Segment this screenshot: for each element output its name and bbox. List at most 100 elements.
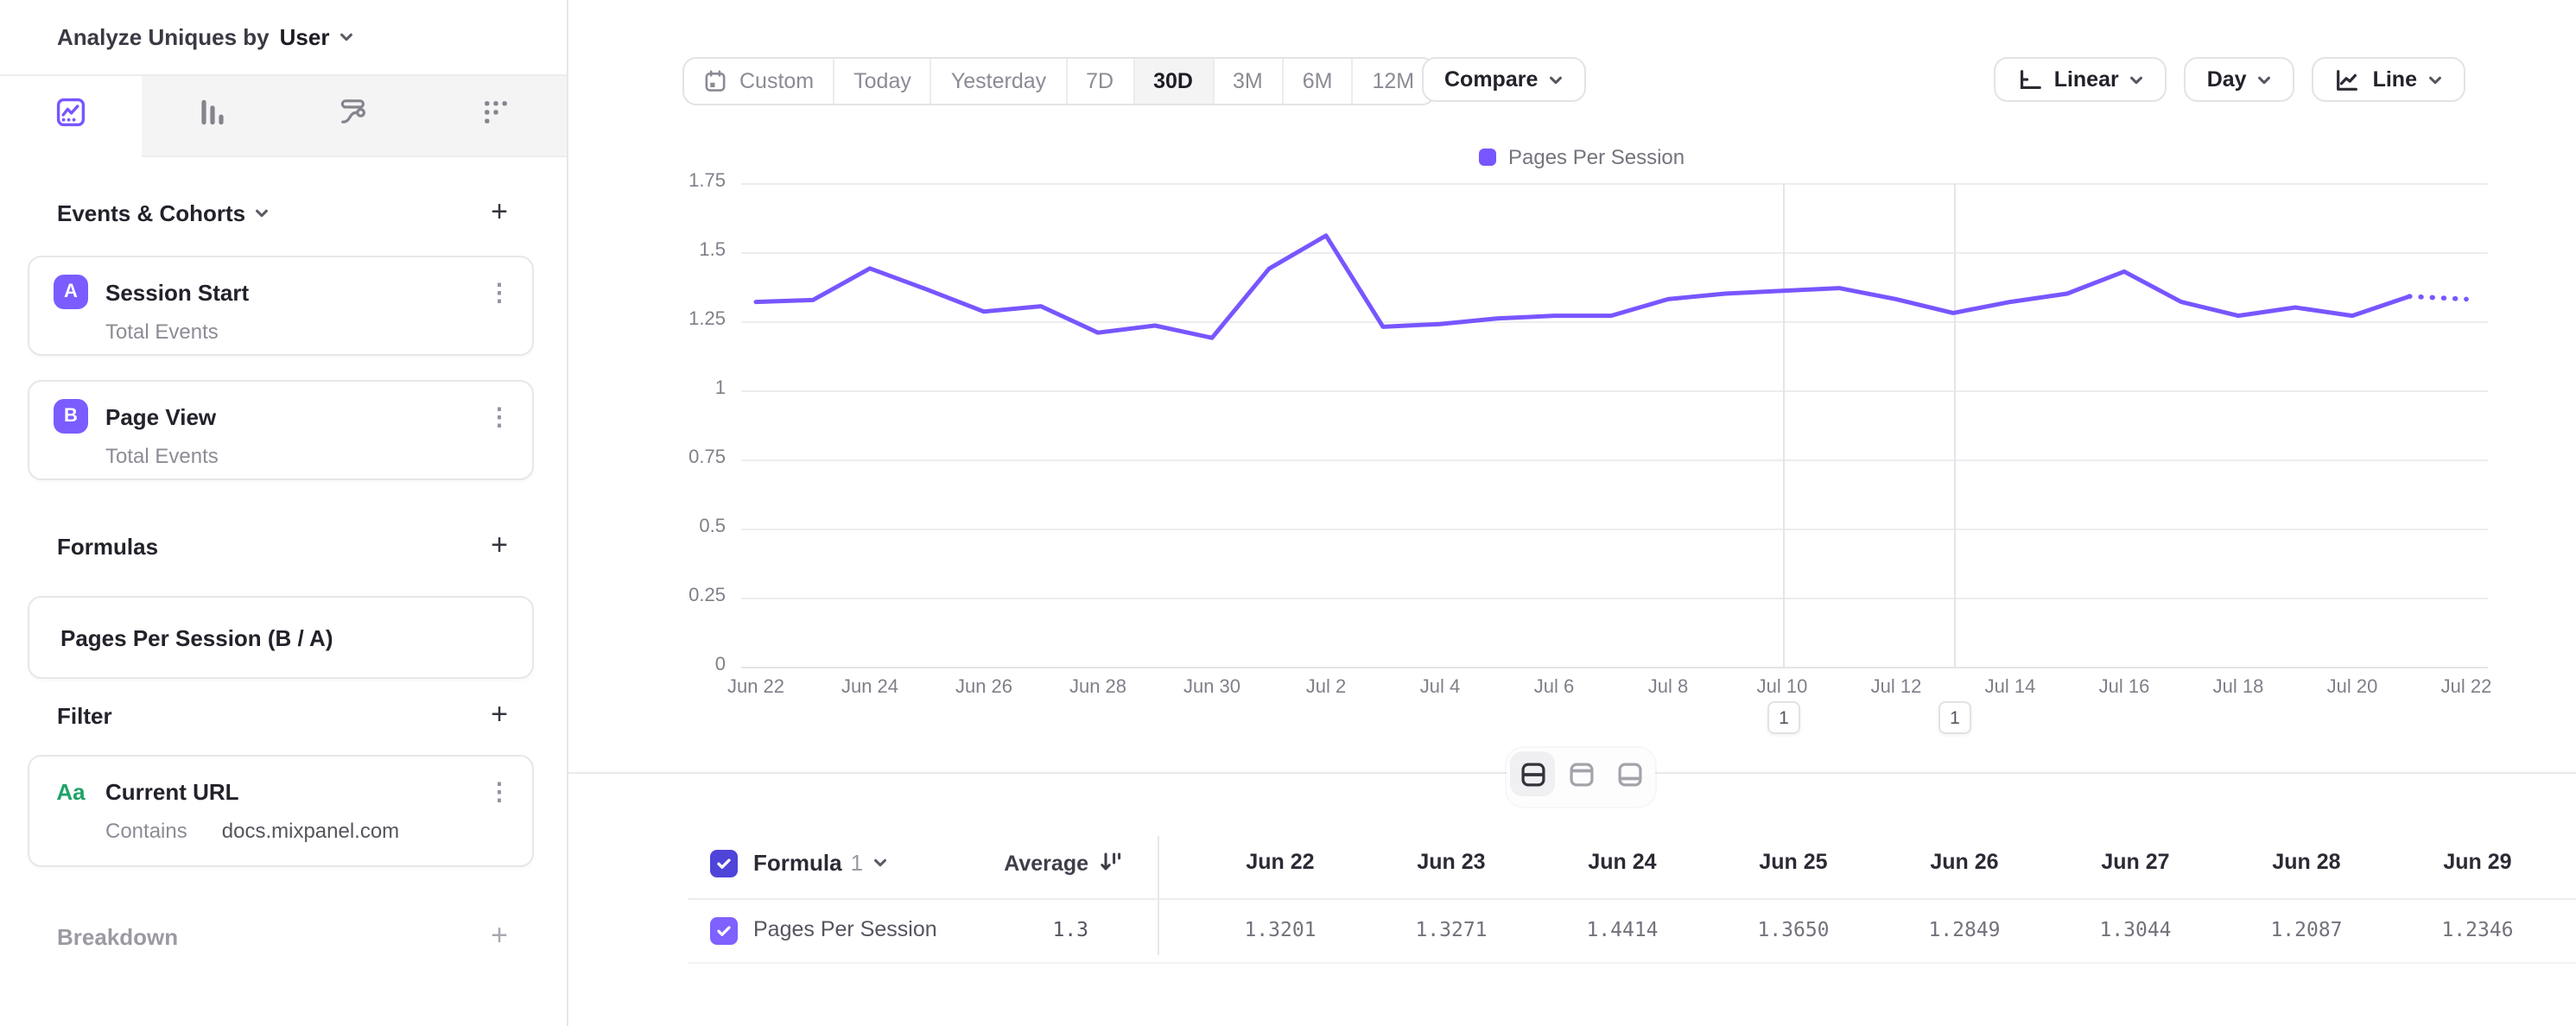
table-cell-value: 1.3201	[1202, 917, 1358, 941]
layout-chart-only-button[interactable]	[1558, 751, 1603, 796]
date-column-header[interactable]: Jun 22	[1202, 850, 1358, 874]
table-cell-value: 1.3271	[1374, 917, 1529, 941]
y-scale-button[interactable]: Linear	[1994, 57, 2167, 102]
chart-type-label: Line	[2373, 67, 2417, 92]
sort-descending-icon[interactable]	[1099, 850, 1123, 874]
layout-bottom-icon	[1615, 759, 1644, 788]
gridline-y	[741, 598, 2488, 599]
range-today[interactable]: Today	[834, 59, 932, 104]
chart-controls: Linear Day Line	[1994, 57, 2465, 102]
average-column-header[interactable]: Average	[881, 852, 1088, 876]
add-formula-button[interactable]: +	[491, 532, 508, 560]
range-30d[interactable]: 30D	[1134, 59, 1214, 104]
add-event-button[interactable]: +	[491, 199, 508, 226]
filter-card[interactable]: Aa Current URL ⋮ Contains docs.mixpanel.…	[28, 755, 534, 867]
chevron-down-icon[interactable]	[338, 29, 353, 45]
kebab-menu-icon[interactable]: ⋮	[487, 779, 511, 803]
calendar-icon	[703, 69, 727, 93]
layout-split-button[interactable]	[1510, 751, 1555, 796]
table-cell-value: 1.2849	[1887, 917, 2042, 941]
tab-insights[interactable]	[0, 76, 142, 157]
annotation-badge[interactable]: 1	[1767, 701, 1800, 734]
range-label: 7D	[1086, 69, 1114, 93]
formula-card[interactable]: Pages Per Session (B / A)	[28, 596, 534, 679]
x-axis-tick-label: Jun 30	[1155, 677, 1269, 698]
tab-flows[interactable]	[283, 76, 425, 157]
chart-line-svg	[567, 0, 2576, 795]
range-3m[interactable]: 3M	[1214, 59, 1284, 104]
x-axis-tick-label: Jul 16	[2067, 677, 2181, 698]
query-builder-sidebar: Analyze Uniques by User Events & Cohorts…	[0, 0, 568, 1026]
filter-operator[interactable]: Contains	[105, 819, 187, 843]
table-header-separator	[688, 898, 2576, 900]
compare-button[interactable]: Compare	[1422, 57, 1586, 102]
range-7d[interactable]: 7D	[1067, 59, 1134, 104]
date-column-header[interactable]: Jun 29	[2400, 850, 2555, 874]
table-column-divider	[1158, 836, 1159, 955]
date-column-header[interactable]: Jun 23	[1374, 850, 1529, 874]
table-cell-value: 1.2087	[2229, 917, 2384, 941]
x-axis-tick-label: Jun 22	[699, 677, 813, 698]
date-column-header[interactable]: Jun 28	[2229, 850, 2384, 874]
y-axis-tick-label: 1.75	[657, 171, 726, 192]
kebab-menu-icon[interactable]: ⋮	[487, 280, 511, 304]
range-6m[interactable]: 6M	[1284, 59, 1354, 104]
formula-column-header[interactable]: Formula 1	[753, 850, 887, 876]
annotation-line	[1782, 183, 1784, 667]
y-axis-tick-label: 0.75	[657, 447, 726, 468]
event-card-page-view[interactable]: BPage View⋮Total Events	[28, 380, 534, 480]
series-select-all-checkbox[interactable]	[710, 850, 738, 877]
range-custom[interactable]: Custom	[684, 59, 834, 104]
linear-axis-icon	[2016, 66, 2042, 92]
gridline-y	[741, 529, 2488, 530]
table-cell-value: 1.3650	[1716, 917, 1871, 941]
add-breakdown-button[interactable]: +	[491, 922, 508, 950]
chart-legend[interactable]: Pages Per Session	[1479, 145, 1685, 169]
date-column-header[interactable]: Jun 25	[1716, 850, 1871, 874]
y-scale-label: Linear	[2054, 67, 2119, 92]
x-axis-tick-label: Jul 10	[1725, 677, 1839, 698]
tab-bar[interactable]	[142, 76, 283, 157]
compare-label: Compare	[1444, 67, 1538, 92]
mixpanel-insights-app: Analyze Uniques by User Events & Cohorts…	[0, 0, 2576, 1026]
events-section-header: Events & Cohorts +	[28, 195, 534, 230]
analyze-by-value[interactable]: User	[280, 24, 330, 50]
gridline-y	[741, 252, 2488, 254]
x-axis-tick-label: Jul 6	[1497, 677, 1611, 698]
add-filter-button[interactable]: +	[491, 701, 508, 729]
formula-header-label: Formula	[753, 850, 842, 876]
flows-icon	[337, 95, 371, 138]
legend-label: Pages Per Session	[1508, 145, 1685, 169]
date-column-header[interactable]: Jun 24	[1545, 850, 1700, 874]
event-counting-method[interactable]: Total Events	[105, 320, 219, 344]
layout-toggle-group	[1507, 748, 1655, 807]
table-cell-value: 1.2346	[2400, 917, 2555, 941]
annotation-badge[interactable]: 1	[1938, 701, 1971, 734]
x-axis-tick-label: Jul 14	[1953, 677, 2067, 698]
x-axis-tick-label: Jul 22	[2409, 677, 2523, 698]
y-axis-tick-label: 1.5	[657, 240, 726, 261]
formula-header-index: 1	[851, 850, 863, 876]
event-name: Page View	[105, 403, 216, 429]
range-yesterday[interactable]: Yesterday	[932, 59, 1067, 104]
date-column-header[interactable]: Jun 27	[2058, 850, 2213, 874]
chevron-down-icon[interactable]	[254, 205, 270, 220]
date-column-header[interactable]: Jun 26	[1887, 850, 2042, 874]
layout-table-only-button[interactable]	[1607, 751, 1652, 796]
series-row-checkbox[interactable]	[710, 917, 738, 945]
range-label: 30D	[1153, 69, 1193, 93]
chart-type-button[interactable]: Line	[2313, 57, 2465, 102]
x-axis-tick-label: Jul 18	[2181, 677, 2295, 698]
x-axis-tick-label: Jul 8	[1611, 677, 1725, 698]
event-card-session-start[interactable]: ASession Start⋮Total Events	[28, 256, 534, 356]
tab-retention[interactable]	[425, 76, 567, 157]
breakdown-section-header: Breakdown +	[28, 919, 534, 953]
gridline-y	[741, 667, 2488, 668]
event-counting-method[interactable]: Total Events	[105, 444, 219, 468]
retention-icon	[479, 95, 513, 138]
legend-swatch	[1479, 149, 1496, 166]
interval-button[interactable]: Day	[2185, 57, 2295, 102]
breakdown-section-title: Breakdown	[57, 923, 178, 949]
kebab-menu-icon[interactable]: ⋮	[487, 404, 511, 428]
filter-value[interactable]: docs.mixpanel.com	[222, 819, 399, 843]
